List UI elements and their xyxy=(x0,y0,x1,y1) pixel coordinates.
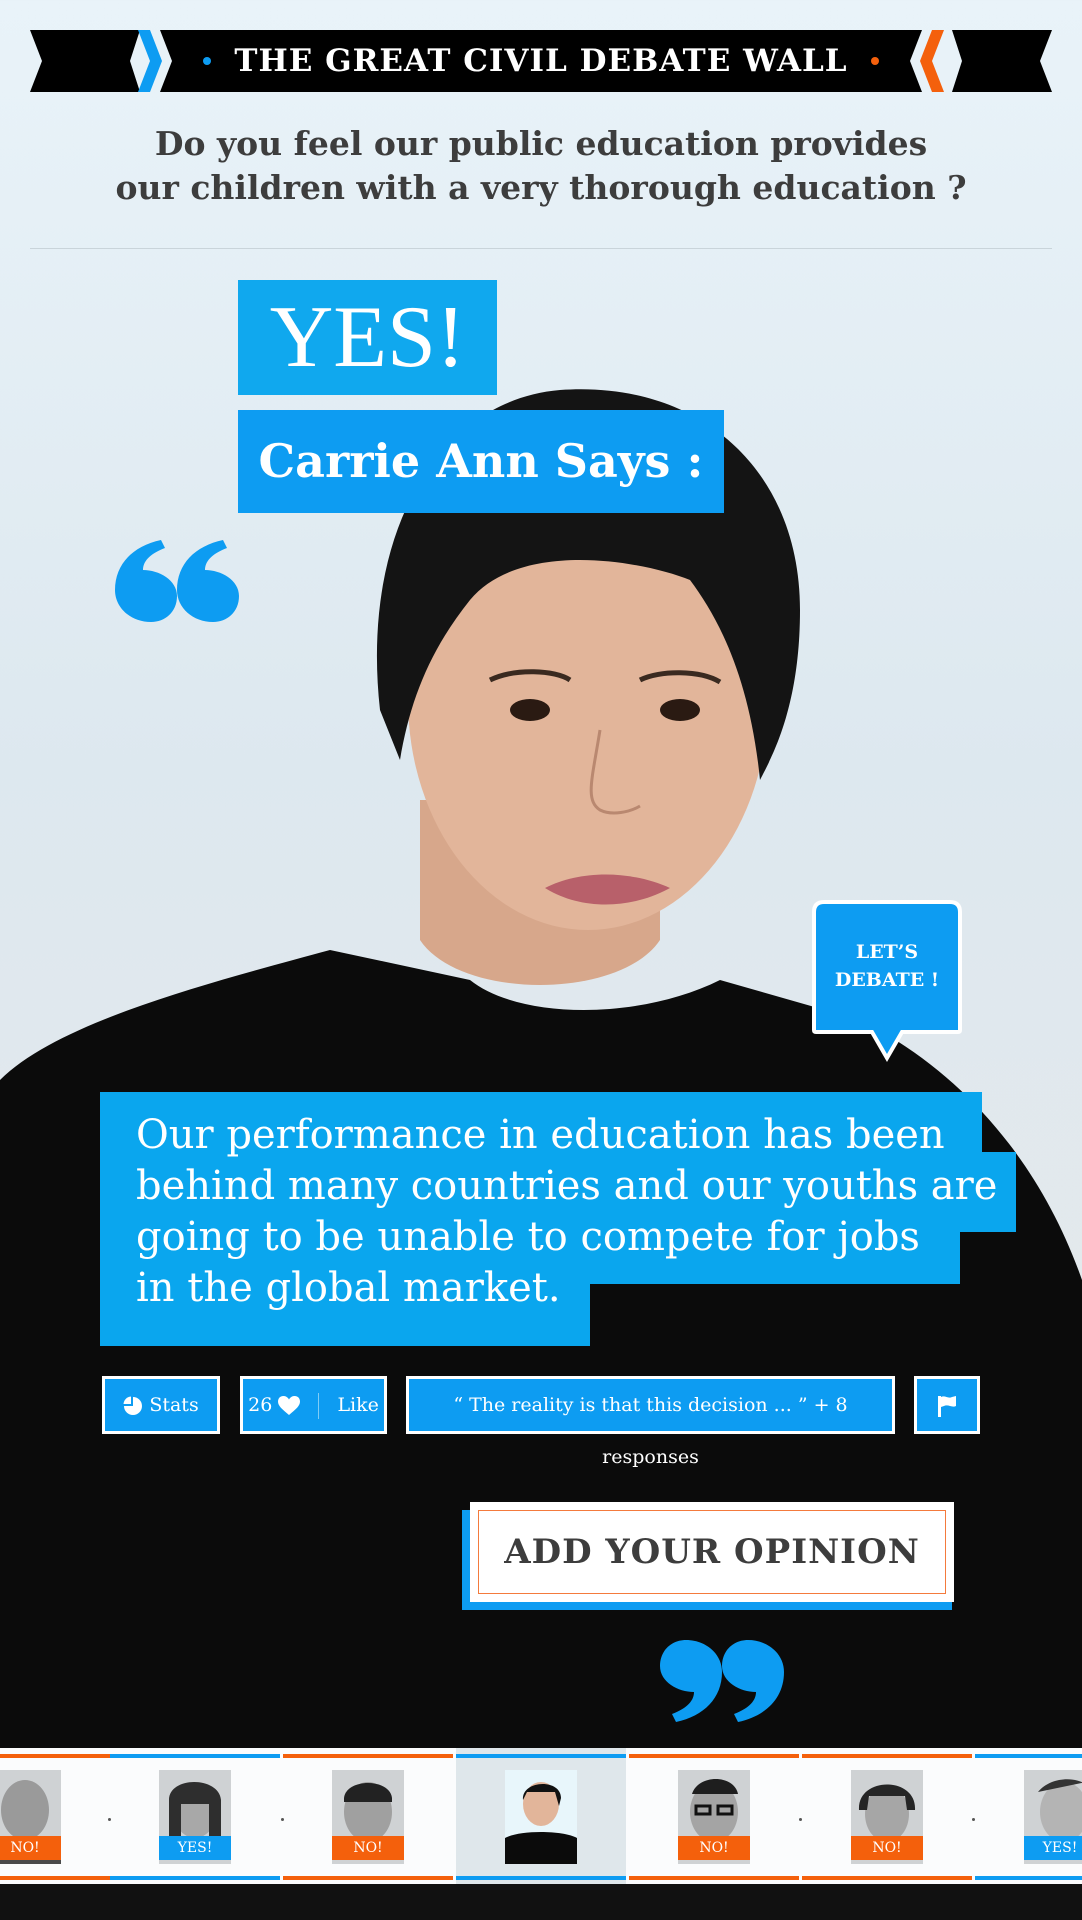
bottom-bar xyxy=(0,1884,1082,1920)
thumbnail-stance-badge: YES! xyxy=(1024,1836,1082,1860)
opinion-line-1: Our performance in education has been xyxy=(136,1112,945,1158)
stats-pie-icon xyxy=(123,1396,143,1415)
thumbnail-separator-dot xyxy=(972,1818,975,1821)
opinion-line-2: behind many countries and our youths are xyxy=(136,1163,998,1209)
flag-button[interactable] xyxy=(914,1376,980,1434)
thumbnail-separator-dot xyxy=(799,1818,802,1821)
like-button[interactable]: 26 Like xyxy=(240,1376,387,1434)
quote-close-icon xyxy=(660,1640,784,1722)
thumbnail-stance-badge: YES! xyxy=(159,1836,231,1860)
wall-title: THE GREAT CIVIL DEBATE WALL xyxy=(234,43,848,79)
question-line-1: Do you feel our public education provide… xyxy=(154,124,928,163)
like-label: Like xyxy=(337,1394,379,1416)
thumbnail-item[interactable]: YES! xyxy=(110,1748,280,1884)
quote-open-icon xyxy=(115,540,239,622)
thumbnail-item-active[interactable] xyxy=(456,1748,626,1884)
like-count: 26 xyxy=(248,1394,273,1416)
debate-question: Do you feel our public education provide… xyxy=(40,122,1042,210)
add-opinion-label: ADD YOUR OPINION xyxy=(504,1532,920,1572)
thumbnail-stance-badge: NO! xyxy=(851,1836,923,1860)
opinion-line-3: going to be unable to compete for jobs xyxy=(136,1214,920,1260)
thumbnail-stance-badge: NO! xyxy=(0,1836,61,1860)
question-line-2: our children with a very thorough educat… xyxy=(115,168,967,207)
heart-icon xyxy=(278,1396,301,1415)
opinion-text: Our performance in education has been be… xyxy=(136,1110,1036,1314)
thumbnail-item[interactable]: NO! xyxy=(0,1748,110,1884)
thumbnail-item[interactable]: NO! xyxy=(629,1748,799,1884)
opinion-line-4: in the global market. xyxy=(136,1265,561,1311)
lets-debate-label: LET’S DEBATE ! xyxy=(812,938,962,994)
header-divider xyxy=(30,248,1052,249)
thumbnail-item[interactable]: NO! xyxy=(802,1748,972,1884)
thumbnail-stance-badge: NO! xyxy=(332,1836,404,1860)
stance-badge: YES! xyxy=(238,280,497,395)
thumbnail-item[interactable]: YES! xyxy=(975,1748,1082,1884)
header-banner: THE GREAT CIVIL DEBATE WALL xyxy=(30,30,1052,92)
thumbnail-item[interactable]: NO! xyxy=(283,1748,453,1884)
thumbnail-stance-badge: NO! xyxy=(678,1836,750,1860)
add-opinion-button[interactable]: ADD YOUR OPINION xyxy=(470,1502,954,1602)
lets-debate-line-1: LET’S xyxy=(855,941,919,963)
thumbnail-separator-dot xyxy=(108,1818,111,1821)
speaker-label: Carrie Ann Says : xyxy=(238,410,724,513)
responses-button[interactable]: “ The reality is that this decision ... … xyxy=(406,1376,895,1468)
thumbnail-photo xyxy=(505,1770,577,1864)
lets-debate-line-2: DEBATE ! xyxy=(834,969,940,991)
like-separator xyxy=(318,1393,320,1419)
flag-icon xyxy=(938,1396,956,1417)
stats-label: Stats xyxy=(149,1394,199,1416)
thumbnail-separator-dot xyxy=(281,1818,284,1821)
stats-button[interactable]: Stats xyxy=(102,1376,220,1434)
